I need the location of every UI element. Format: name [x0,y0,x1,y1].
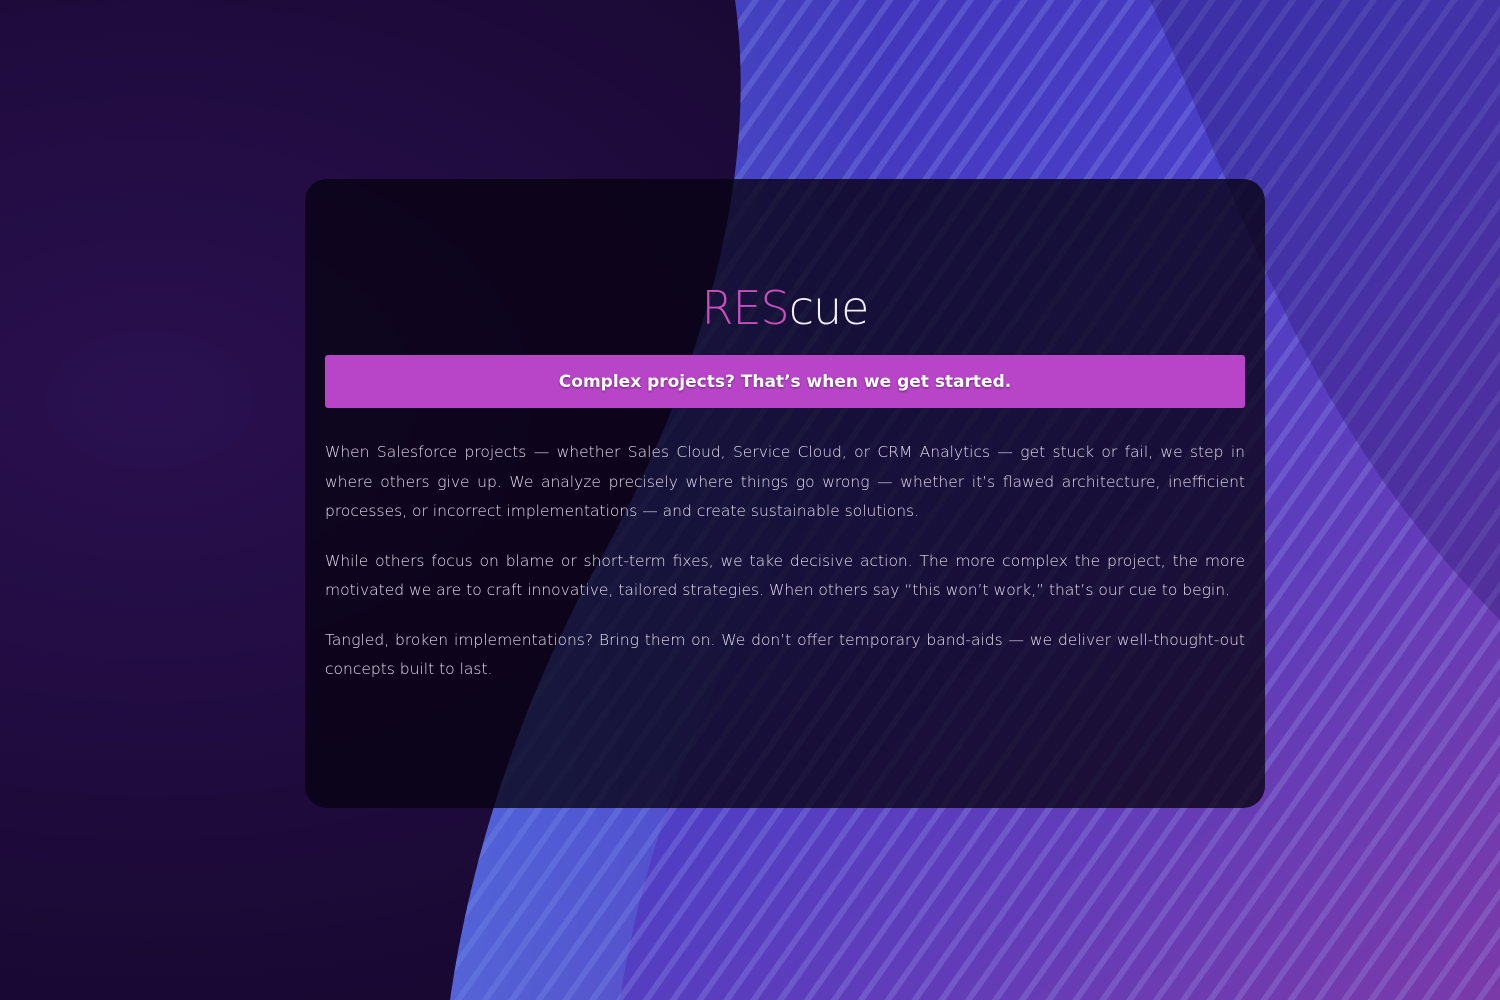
brand-rest: cue [788,281,870,335]
description-paragraph: While others focus on blame or short-ter… [325,551,1245,600]
brand-logo-text: REScue [325,277,1245,339]
description-paragraph: When Salesforce projects — whether Sales… [325,443,1245,520]
description-copy: When Salesforce projects — whether Sales… [325,438,1245,685]
brand-highlight: RES [701,281,790,335]
description-paragraph: Tangled, broken implementations? Bring t… [325,630,1245,679]
tagline-text: Complex projects? That’s when we get sta… [558,371,1012,392]
rescue-info-card: REScue Complex projects? That’s when we … [305,179,1265,808]
tagline-banner: Complex projects? That’s when we get sta… [325,355,1245,408]
